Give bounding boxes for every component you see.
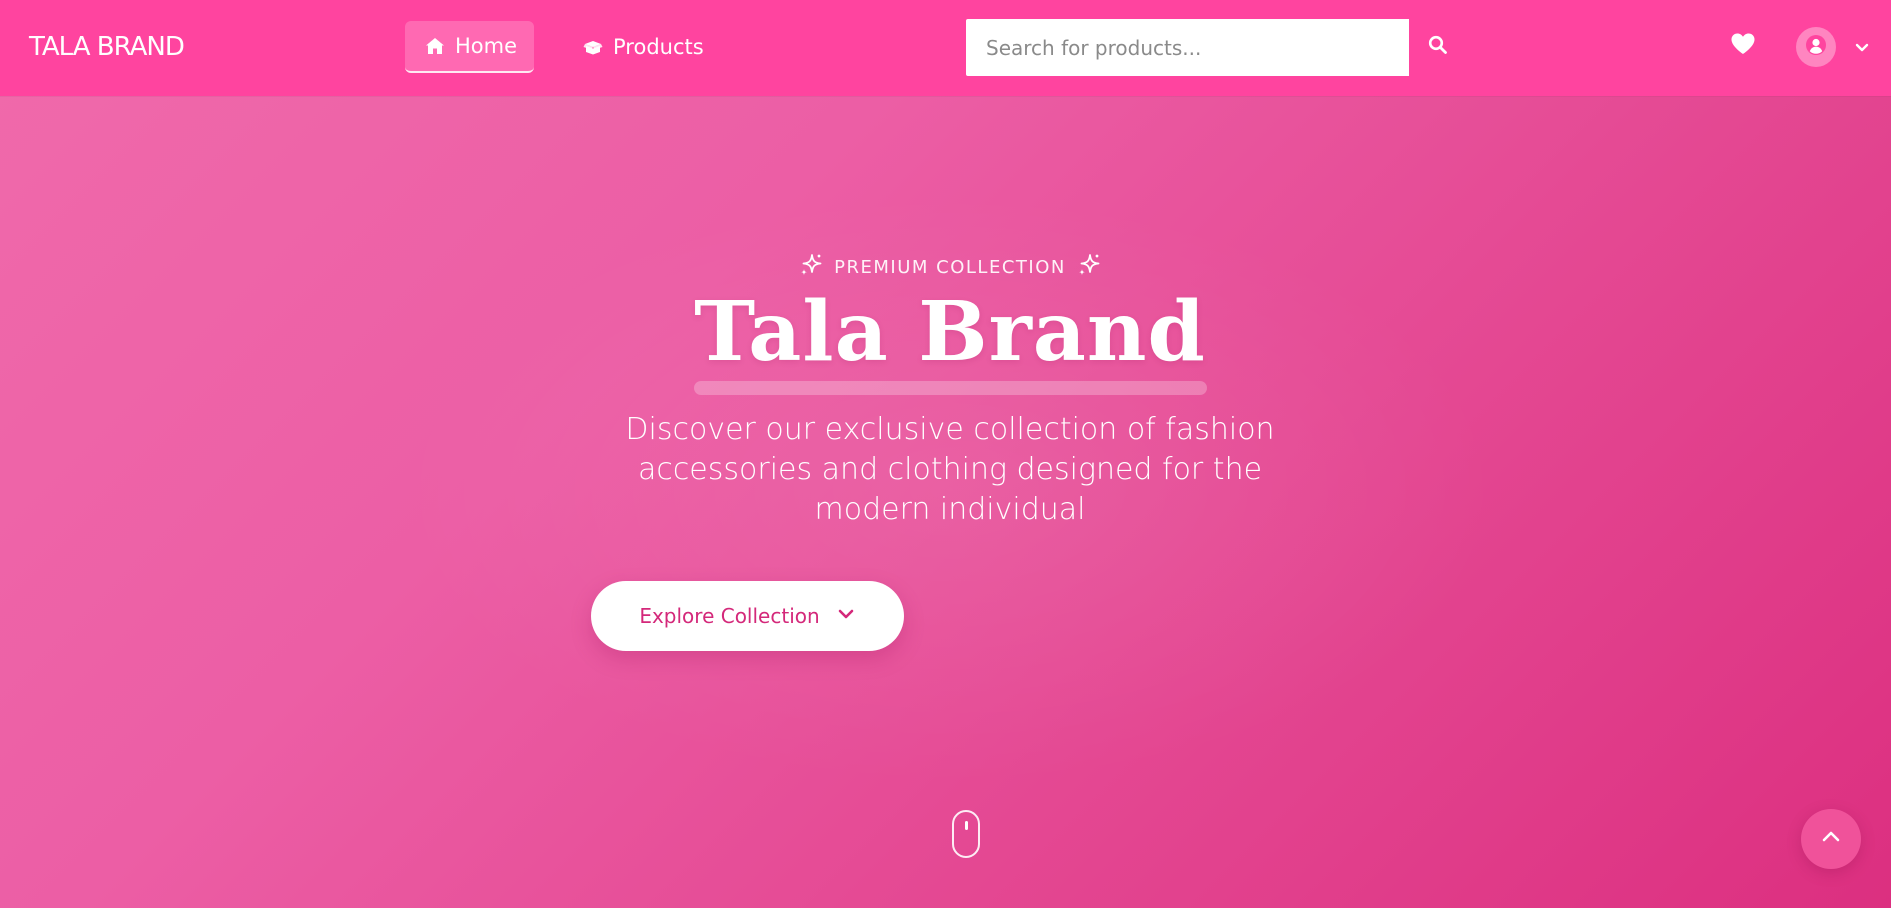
account-button[interactable] — [1796, 27, 1836, 67]
search-button[interactable] — [1409, 19, 1466, 76]
brand-logo[interactable]: TALA BRAND — [29, 30, 185, 64]
title-underline — [694, 381, 1207, 395]
sparkle-icon — [798, 252, 824, 283]
back-to-top-button[interactable] — [1801, 809, 1861, 869]
nav-home-label: Home — [455, 34, 518, 58]
box-open-icon — [583, 39, 603, 55]
hero-title: Tala Brand — [694, 284, 1206, 380]
mouse-wheel — [965, 821, 968, 830]
chevron-up-icon — [1819, 825, 1843, 854]
top-navbar: TALA BRAND Home Products — [0, 0, 1891, 96]
heart-icon — [1730, 32, 1756, 60]
cta-label: Explore Collection — [639, 604, 820, 628]
sparkle-icon — [1076, 252, 1102, 283]
hero-eyebrow-label: PREMIUM COLLECTION — [834, 257, 1066, 278]
search-input[interactable] — [966, 19, 1409, 76]
chevron-down-icon — [836, 604, 856, 629]
hero-subtitle: Discover our exclusive collection of fas… — [625, 412, 1275, 527]
home-icon — [425, 37, 445, 55]
page: TALA BRAND Home Products Search for prod… — [0, 0, 1891, 908]
wishlist-button[interactable] — [1728, 31, 1758, 61]
explore-collection-button[interactable]: Explore Collection — [591, 581, 904, 651]
user-circle-icon — [1805, 34, 1827, 61]
mouse-scroll-icon — [952, 810, 980, 858]
hero-eyebrow: PREMIUM COLLECTION — [0, 252, 1891, 283]
nav-products[interactable]: Products — [563, 21, 724, 73]
search-icon — [1428, 35, 1448, 60]
nav-home[interactable]: Home — [405, 21, 534, 73]
chevron-down-icon[interactable] — [1853, 38, 1871, 56]
nav-products-label: Products — [613, 35, 704, 59]
